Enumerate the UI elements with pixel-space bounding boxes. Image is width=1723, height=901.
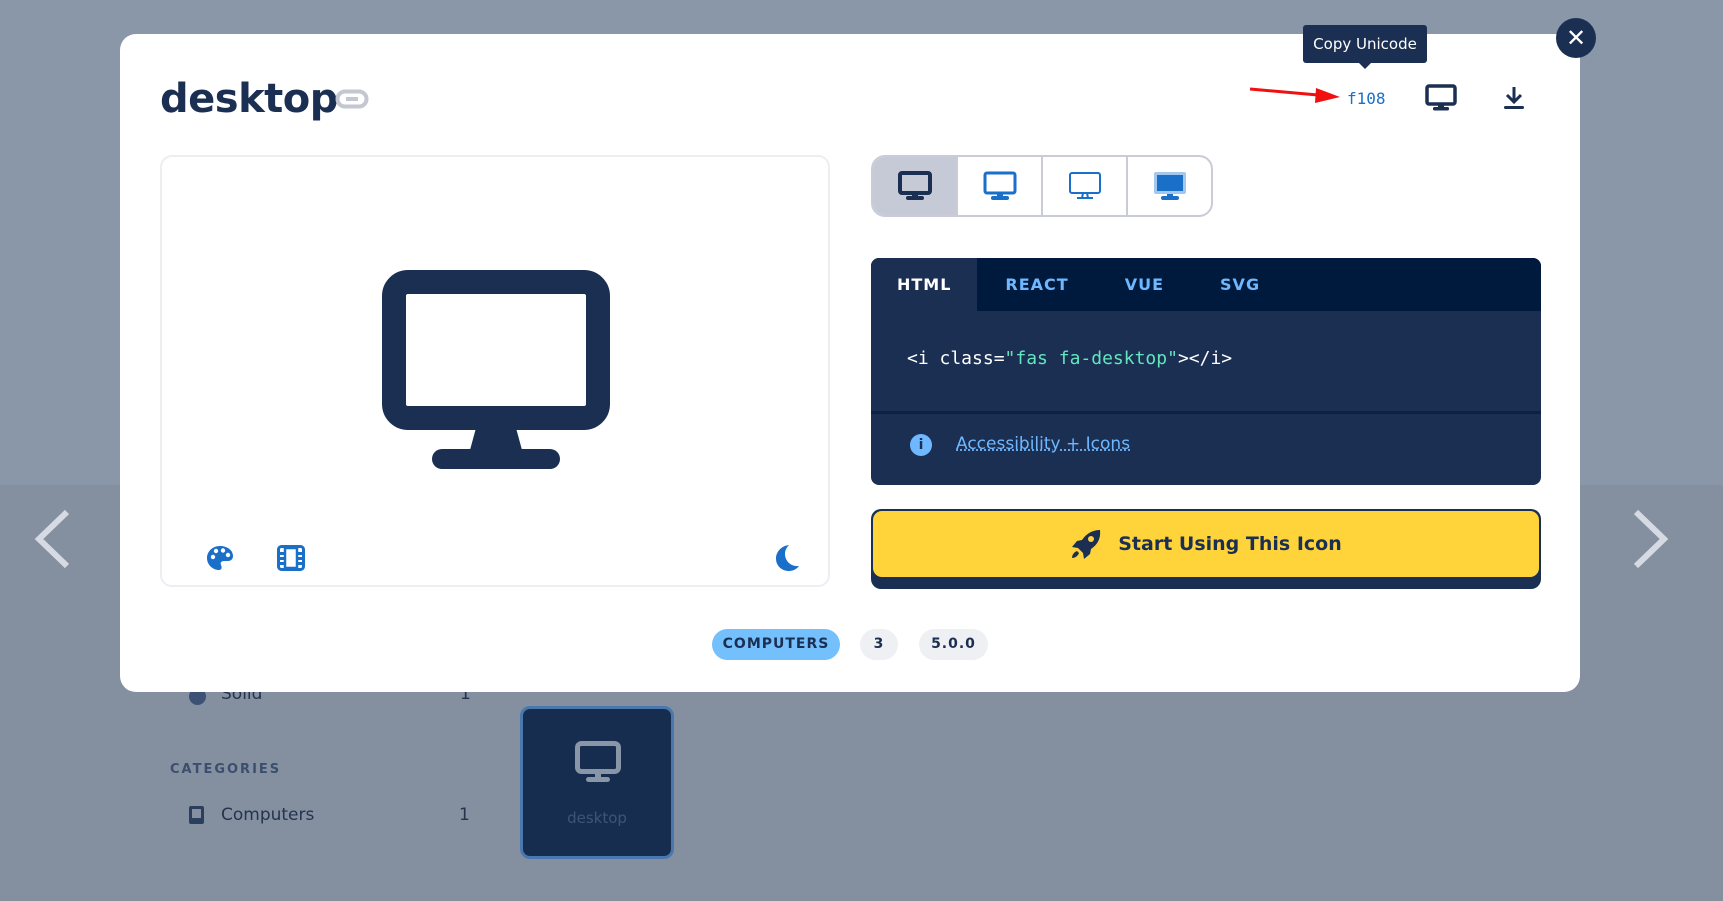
desktop-light-icon	[1068, 172, 1101, 199]
category-computers-count: 1	[459, 805, 470, 825]
icon-title: desktop	[160, 76, 338, 122]
icon-card-desktop[interactable]: desktop	[520, 706, 674, 859]
unicode-copy[interactable]: f108	[1347, 89, 1386, 108]
start-using-icon-button[interactable]: Start Using This Icon	[871, 509, 1541, 589]
download-icon[interactable]	[1503, 86, 1525, 110]
style-light[interactable]	[1041, 157, 1126, 215]
palette-icon[interactable]	[206, 545, 234, 571]
code-snippet[interactable]: <i class="fas fa-desktop"></i>	[907, 348, 1232, 369]
tab-vue[interactable]: VUE	[1097, 258, 1192, 311]
computer-icon	[189, 806, 204, 824]
close-button[interactable]: ✕	[1556, 18, 1596, 58]
snippet-class-value: "fas fa-desktop"	[1004, 348, 1178, 369]
desktop-solid-icon	[897, 171, 932, 200]
accessibility-link[interactable]: Accessibility + Icons	[956, 434, 1130, 454]
start-button-label: Start Using This Icon	[1118, 533, 1342, 555]
tab-svg[interactable]: SVG	[1192, 258, 1288, 311]
style-regular[interactable]	[956, 157, 1041, 215]
divider	[871, 411, 1541, 414]
desktop-regular-icon	[983, 171, 1016, 200]
moon-icon[interactable]	[774, 544, 800, 572]
card-label: desktop	[567, 809, 627, 827]
next-icon-button[interactable]	[1630, 505, 1670, 587]
link-icon[interactable]	[335, 89, 369, 109]
categories-heading: CATEGORIES	[170, 762, 282, 777]
red-arrow-annotation	[1249, 87, 1340, 103]
previous-icon-button[interactable]	[33, 505, 73, 587]
copy-unicode-tooltip: Copy Unicode	[1303, 25, 1427, 69]
category-tag[interactable]: COMPUTERS	[712, 629, 840, 660]
snippet-tag-open: <i class=	[907, 348, 1005, 369]
desktop-icon	[575, 741, 621, 782]
snippet-tag-close: ></i>	[1177, 348, 1233, 369]
tab-html[interactable]: HTML	[871, 258, 978, 311]
tab-react[interactable]: REACT	[977, 258, 1096, 311]
info-icon: i	[910, 434, 932, 456]
code-panel: HTML REACT VUE SVG <i class="fas fa-desk…	[871, 258, 1541, 485]
category-computers[interactable]: Computers	[221, 805, 314, 825]
desktop-icon[interactable]	[1425, 84, 1457, 112]
film-icon[interactable]	[277, 545, 305, 571]
version-tag: 5.0.0	[919, 629, 988, 660]
icon-preview	[160, 155, 830, 587]
count-tag: 3	[860, 629, 898, 660]
desktop-duotone-icon	[1153, 172, 1186, 200]
style-selector	[871, 155, 1213, 217]
rocket-icon	[1072, 530, 1101, 559]
style-duotone[interactable]	[1126, 157, 1211, 215]
desktop-icon-large	[382, 270, 610, 469]
style-solid[interactable]	[873, 157, 956, 215]
